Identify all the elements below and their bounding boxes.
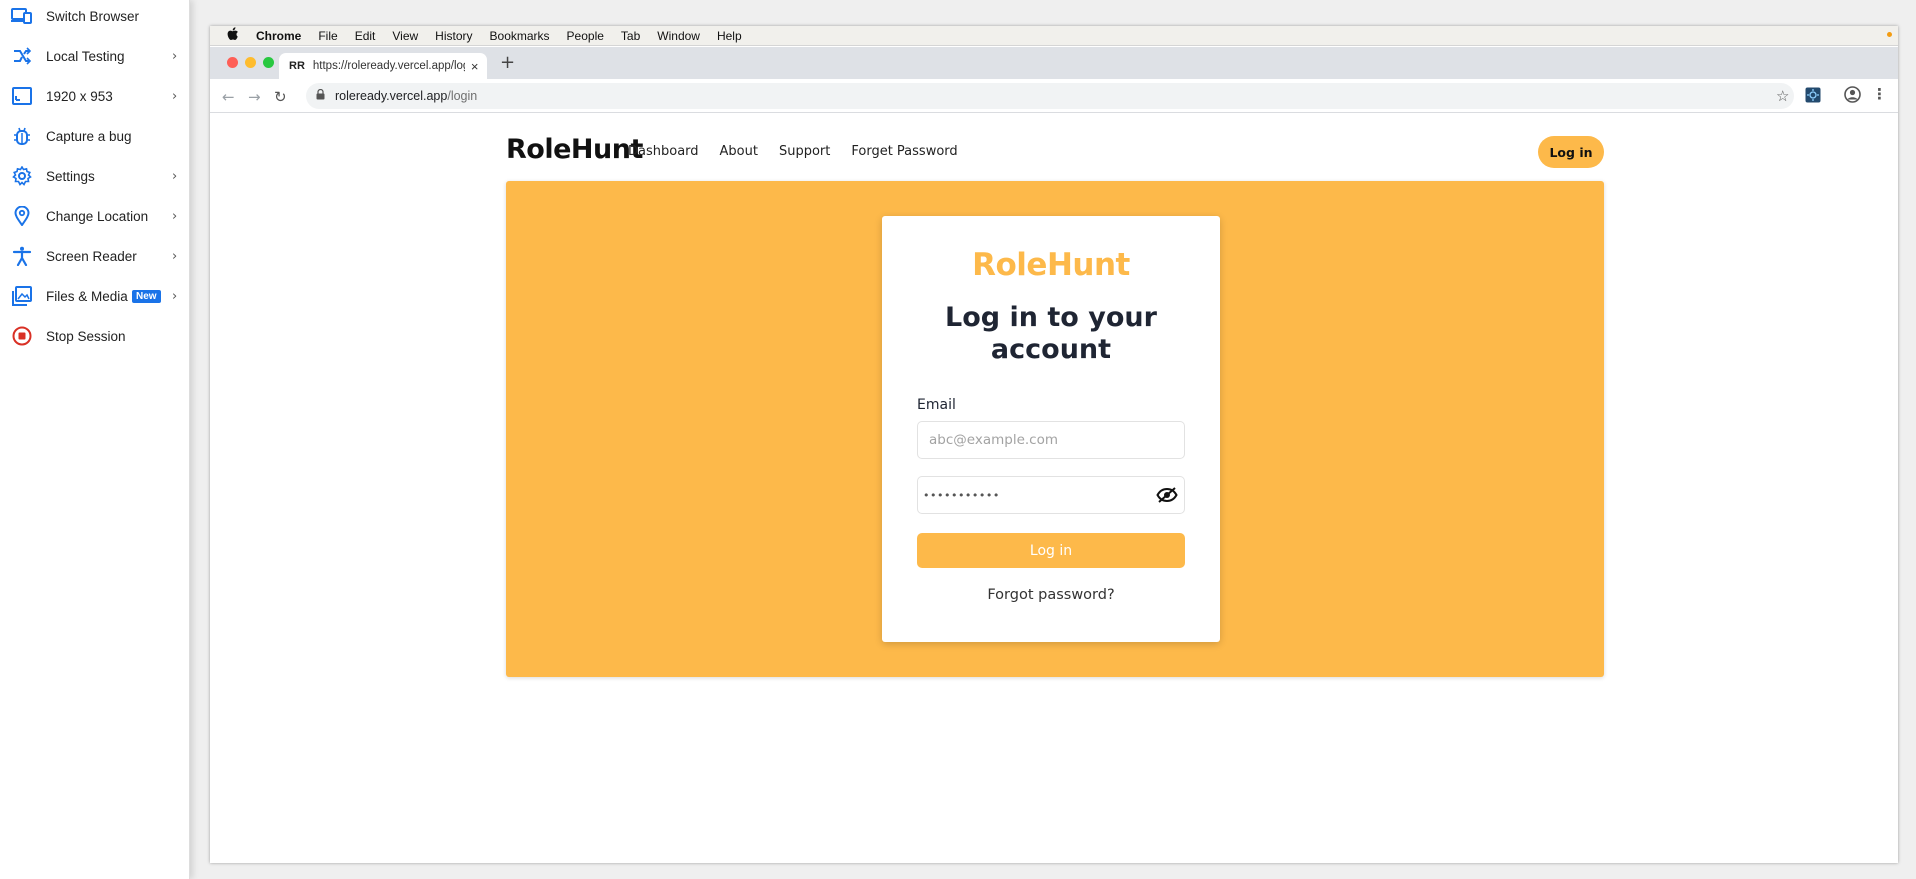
sidebar-item-label: Local Testing (46, 48, 125, 64)
maximize-window-button[interactable] (263, 57, 274, 68)
sidebar-item-label: Capture a bug (46, 128, 132, 144)
menu-app-chrome[interactable]: Chrome (256, 29, 301, 43)
local-testing-icon (11, 45, 33, 67)
minimize-window-button[interactable] (245, 57, 256, 68)
forward-arrow-icon[interactable]: → (248, 88, 261, 106)
chevron-right-icon: › (172, 248, 178, 264)
sidebar-item-label: Settings (46, 168, 95, 184)
new-badge: New (132, 289, 161, 303)
password-field[interactable]: ••••••••••• (917, 476, 1185, 514)
bookmark-star-icon[interactable]: ☆ (1776, 87, 1789, 105)
sidebar-item-label: Files & Media (46, 288, 128, 304)
new-tab-button[interactable]: + (500, 52, 515, 73)
menu-people[interactable]: People (567, 29, 604, 43)
sidebar-item-label: Stop Session (46, 328, 126, 344)
menu-help[interactable]: Help (717, 29, 742, 43)
resolution-icon (11, 85, 33, 107)
chevron-right-icon: › (172, 168, 178, 184)
close-window-button[interactable] (227, 57, 238, 68)
kebab-menu-icon[interactable]: ⋮ (1872, 85, 1887, 103)
profile-icon[interactable] (1844, 86, 1861, 107)
login-heading: Log in to your account (945, 302, 1157, 365)
mac-menu-bar: Chrome File Edit View History Bookmarks … (210, 26, 1898, 46)
chevron-right-icon: › (172, 288, 178, 304)
email-label: Email (917, 397, 956, 413)
login-submit-button[interactable]: Log in (917, 533, 1185, 568)
lock-icon (316, 88, 325, 103)
extension-icon[interactable] (1805, 87, 1821, 107)
menu-history[interactable]: History (435, 29, 472, 43)
sidebar-item-files-media[interactable]: Files & Media New › (0, 276, 190, 316)
password-masked-value: ••••••••••• (923, 488, 1000, 502)
gear-icon (11, 165, 33, 187)
reload-icon[interactable]: ↻ (274, 88, 287, 106)
recording-indicator (1887, 32, 1892, 37)
sidebar-item-resolution[interactable]: 1920 x 953 › (0, 76, 190, 116)
close-tab-icon[interactable]: × (471, 59, 479, 74)
browser-toolbar: ← → ↻ roleready.vercel.app/login ☆ ⋮ (210, 79, 1898, 113)
chevron-right-icon: › (172, 88, 178, 104)
image-gallery-icon (11, 285, 33, 307)
sidebar-item-switch-browser[interactable]: Switch Browser (0, 0, 190, 36)
menu-view[interactable]: View (392, 29, 418, 43)
url-path: /login (447, 89, 478, 103)
nav-about[interactable]: About (720, 144, 758, 159)
sidebar-item-capture-bug[interactable]: Capture a bug (0, 116, 190, 156)
site-logo[interactable]: RoleHunt (506, 134, 643, 165)
site-nav: Dashboard About Support Forget Password (628, 144, 979, 159)
switch-browser-icon (11, 5, 33, 27)
sidebar-item-screen-reader[interactable]: Screen Reader › (0, 236, 190, 276)
address-bar[interactable]: roleready.vercel.app/login (306, 83, 1794, 109)
forgot-password-link[interactable]: Forgot password? (882, 587, 1220, 603)
sidebar-item-stop-session[interactable]: Stop Session (0, 316, 190, 356)
sidebar-item-label: Screen Reader (46, 248, 137, 264)
url-host: roleready.vercel.app (335, 89, 448, 103)
tab-title: https://roleready.vercel.app/login (312, 60, 465, 72)
sidebar-item-label: 1920 x 953 (46, 88, 113, 104)
nav-forget-password[interactable]: Forget Password (851, 144, 957, 159)
back-arrow-icon[interactable]: ← (222, 88, 235, 106)
apple-menu-icon[interactable] (227, 27, 239, 44)
sidebar-item-change-location[interactable]: Change Location › (0, 196, 190, 236)
session-sidebar: Switch Browser Local Testing › 1920 x 95… (0, 0, 190, 879)
email-field[interactable] (917, 421, 1185, 459)
bug-icon (11, 125, 33, 147)
sidebar-item-local-testing[interactable]: Local Testing › (0, 36, 190, 76)
email-input[interactable] (929, 432, 1149, 448)
header-login-button[interactable]: Log in (1538, 136, 1604, 168)
menu-bookmarks[interactable]: Bookmarks (490, 29, 550, 43)
menu-edit[interactable]: Edit (355, 29, 376, 43)
sidebar-item-label: Change Location (46, 208, 149, 224)
menu-file[interactable]: File (318, 29, 337, 43)
favicon: RR (289, 60, 305, 72)
accessibility-icon (11, 245, 33, 267)
sidebar-item-settings[interactable]: Settings › (0, 156, 190, 196)
card-logo: RoleHunt (972, 247, 1130, 283)
menu-window[interactable]: Window (657, 29, 700, 43)
chevron-right-icon: › (172, 208, 178, 224)
web-page: RoleHunt Dashboard About Support Forget … (210, 114, 1898, 863)
browser-window: Chrome File Edit View History Bookmarks … (210, 26, 1898, 863)
chevron-right-icon: › (172, 48, 178, 64)
sidebar-item-label: Switch Browser (46, 8, 140, 24)
nav-dashboard[interactable]: Dashboard (628, 144, 699, 159)
nav-support[interactable]: Support (779, 144, 830, 159)
login-card: RoleHunt Log in to your account Email ••… (882, 216, 1220, 642)
tab-strip: RR https://roleready.vercel.app/login × … (210, 47, 1898, 79)
location-pin-icon (11, 205, 33, 227)
menu-tab[interactable]: Tab (621, 29, 640, 43)
hero-banner: RoleHunt Log in to your account Email ••… (506, 181, 1604, 677)
tab-active[interactable]: RR https://roleready.vercel.app/login × (279, 53, 487, 79)
eye-off-icon[interactable] (1156, 486, 1178, 504)
stop-icon (11, 325, 33, 347)
